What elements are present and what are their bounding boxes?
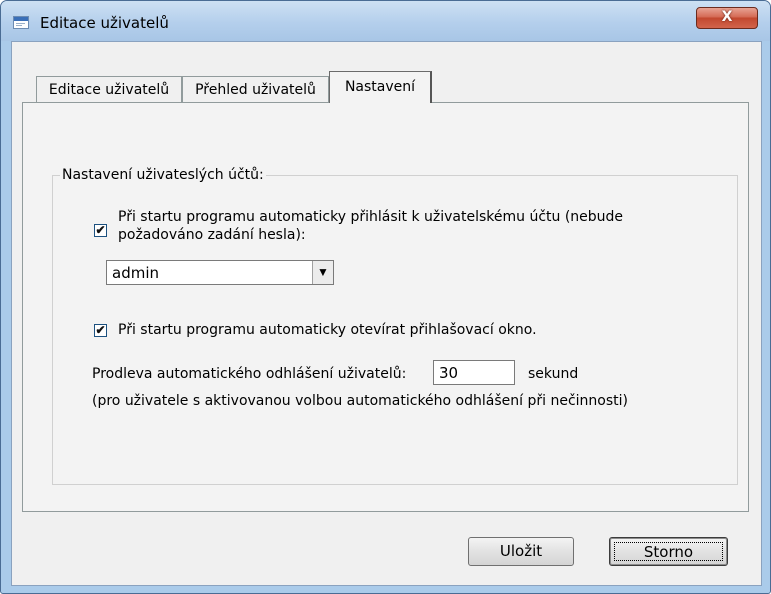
tab-editace-uzivatelu[interactable]: Editace uživatelů — [36, 76, 182, 102]
dialog-client-area: Editace uživatelů Přehled uživatelů Nast… — [11, 41, 762, 586]
window-title: Editace uživatelů — [40, 14, 169, 32]
dialog-window: Editace uživatelů X Editace uživatelů Př… — [0, 0, 771, 594]
auto-open-login-label: Při startu programu automaticky otevírat… — [118, 322, 537, 338]
chevron-down-icon[interactable]: ▼ — [312, 261, 333, 284]
auto-open-login-checkbox[interactable]: ✔ — [94, 324, 107, 337]
app-window-icon — [13, 16, 29, 29]
save-button[interactable]: Uložit — [468, 537, 574, 566]
title-bar[interactable]: Editace uživatelů X — [1, 1, 770, 41]
auto-login-label-line1: Při startu programu automaticky přihlási… — [118, 209, 624, 225]
group-title: Nastavení uživateslých účtů: — [60, 167, 266, 183]
settings-tab-panel: Nastavení uživateslých účtů: ✔ Při start… — [22, 102, 749, 512]
auto-login-checkbox[interactable]: ✔ — [94, 224, 107, 237]
cancel-button[interactable]: Storno — [609, 537, 728, 566]
logout-delay-unit: sekund — [528, 366, 579, 382]
logout-delay-note: (pro uživatele s aktivovanou volbou auto… — [92, 393, 628, 409]
tab-nastaveni[interactable]: Nastavení — [329, 71, 432, 103]
user-select-value: admin — [112, 264, 159, 282]
auto-login-label-line2: požadováno zadání hesla): — [118, 227, 306, 243]
logout-delay-label: Prodleva automatického odhlášení uživate… — [92, 366, 407, 382]
tab-prehled-uzivatelu[interactable]: Přehled uživatelů — [182, 76, 329, 102]
logout-delay-input[interactable]: 30 — [433, 360, 515, 385]
close-button[interactable]: X — [696, 7, 758, 29]
user-select-dropdown[interactable]: admin ▼ — [106, 260, 334, 285]
cancel-button-label: Storno — [614, 542, 723, 561]
